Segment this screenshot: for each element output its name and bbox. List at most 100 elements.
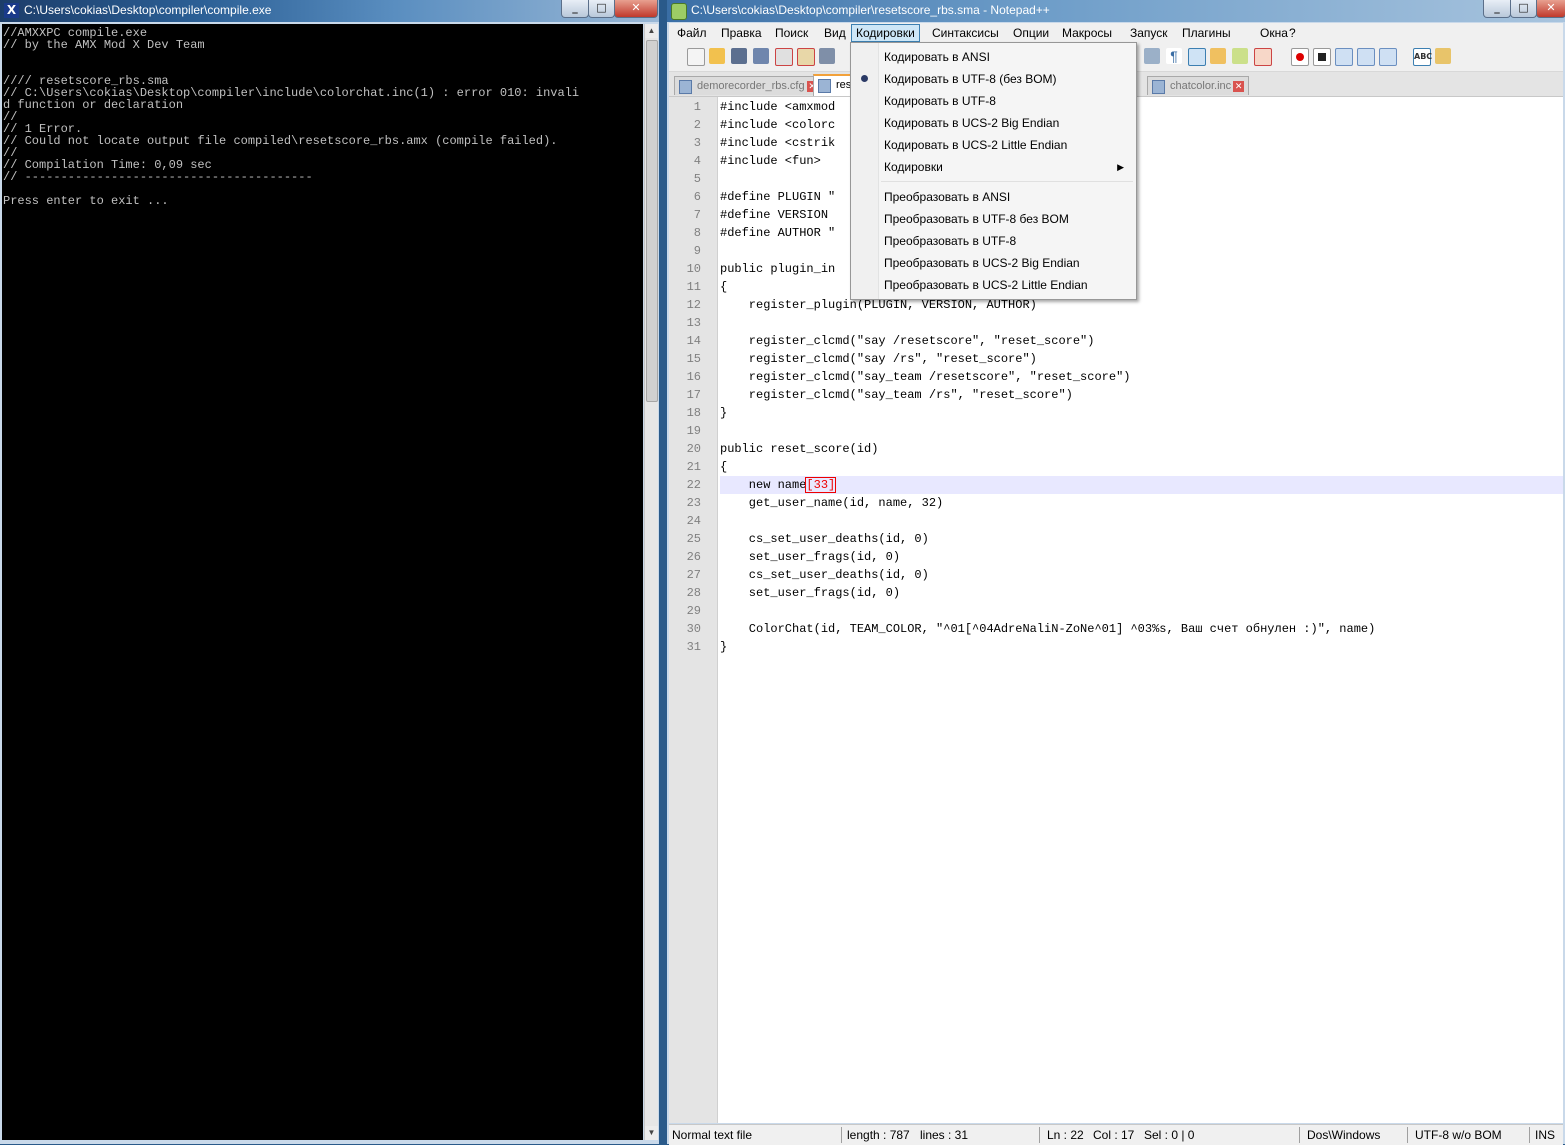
close-button[interactable]: ✕ <box>1536 0 1565 18</box>
code-line[interactable]: { <box>720 278 1563 296</box>
code-line[interactable]: } <box>720 404 1563 422</box>
line-number: 19 <box>686 424 701 438</box>
code-line[interactable] <box>720 242 1563 260</box>
menu-separator <box>881 181 1133 182</box>
close-tab-icon[interactable]: ✕ <box>1233 80 1245 92</box>
stop-macro-icon[interactable] <box>1313 48 1331 66</box>
console-scrollbar[interactable]: ▲ ▼ <box>644 24 658 1140</box>
user-lang-icon[interactable] <box>1210 48 1226 64</box>
console-body[interactable]: //AMXXPC compile.exe // by the AMX Mod X… <box>2 24 643 1140</box>
minimize-button[interactable]: _ <box>1483 0 1511 18</box>
close-all-icon[interactable] <box>797 48 815 66</box>
menu-view[interactable]: Вид <box>820 25 850 41</box>
wrap-icon[interactable] <box>1144 48 1160 64</box>
code-line[interactable]: set_user_frags(id, 0) <box>720 548 1563 566</box>
code-line[interactable]: register_clcmd("say /resetscore", "reset… <box>720 332 1563 350</box>
tab-resetscore[interactable]: rese <box>813 74 853 96</box>
code-line[interactable]: ColorChat(id, TEAM_COLOR, "^01[^04AdreNa… <box>720 620 1563 638</box>
line-number: 13 <box>686 316 701 330</box>
scroll-up-icon[interactable]: ▲ <box>645 24 658 38</box>
encoding-menu-item[interactable]: Кодировать в ANSI <box>853 46 1134 68</box>
menu-item-label: Преобразовать в ANSI <box>884 190 1011 204</box>
menu-edit[interactable]: Правка <box>717 25 766 41</box>
maximize-button[interactable]: □ <box>1510 0 1537 18</box>
code-line[interactable] <box>720 512 1563 530</box>
new-file-icon[interactable] <box>687 48 705 66</box>
menu-search[interactable]: Поиск <box>771 25 812 41</box>
plugin-icon[interactable] <box>1435 48 1451 64</box>
menu-encoding[interactable]: Кодировки <box>851 24 920 42</box>
encoding-menu-item[interactable]: Кодировать в UCS-2 Little Endian <box>853 134 1134 156</box>
print-icon[interactable] <box>819 48 835 64</box>
play-macro-icon[interactable] <box>1335 48 1353 66</box>
code-line[interactable]: register_clcmd("say_team /rs", "reset_sc… <box>720 386 1563 404</box>
code-line[interactable]: #define AUTHOR " <box>720 224 1563 242</box>
menu-macros[interactable]: Макросы <box>1058 25 1116 41</box>
encoding-menu-item[interactable]: Кодировать в UTF-8 (без BOM) <box>853 68 1134 90</box>
menu-run[interactable]: Запуск <box>1126 25 1172 41</box>
encoding-menu-item[interactable]: Преобразовать в UCS-2 Big Endian <box>853 252 1134 274</box>
close-button[interactable]: ✕ <box>614 0 658 18</box>
code-line[interactable]: set_user_frags(id, 0) <box>720 584 1563 602</box>
line-number: 27 <box>686 568 701 582</box>
code-line[interactable]: #include <colorc <box>720 116 1563 134</box>
console-titlebar[interactable]: X C:\Users\cokias\Desktop\compiler\compi… <box>0 0 659 22</box>
maximize-button[interactable]: □ <box>588 0 615 18</box>
record-macro-icon[interactable] <box>1291 48 1309 66</box>
console-output: //AMXXPC compile.exe // by the AMX Mod X… <box>3 26 580 208</box>
line-number: 16 <box>686 370 701 384</box>
line-number: 5 <box>693 172 701 186</box>
encoding-menu-item[interactable]: Кодировки ▶ <box>853 156 1134 178</box>
code-line[interactable]: get_user_name(id, name, 32) <box>720 494 1563 512</box>
code-line[interactable] <box>720 422 1563 440</box>
encoding-menu-item[interactable]: Преобразовать в UCS-2 Little Endian <box>853 274 1134 296</box>
code-line[interactable]: { <box>720 458 1563 476</box>
encoding-menu-item[interactable]: Кодировать в UCS-2 Big Endian <box>853 112 1134 134</box>
function-list-icon[interactable] <box>1254 48 1272 66</box>
code-line[interactable]: #define VERSION <box>720 206 1563 224</box>
doc-map-icon[interactable] <box>1232 48 1248 64</box>
code-line[interactable]: #include <cstrik <box>720 134 1563 152</box>
encoding-menu-item[interactable]: Преобразовать в UTF-8 без BOM <box>853 208 1134 230</box>
spellcheck-icon[interactable]: ABC <box>1413 48 1432 66</box>
code-line[interactable] <box>720 170 1563 188</box>
encoding-menu-item[interactable]: Преобразовать в ANSI <box>853 186 1134 208</box>
code-line[interactable]: register_clcmd("say_team /resetscore", "… <box>720 368 1563 386</box>
encoding-menu-item[interactable]: Преобразовать в UTF-8 <box>853 230 1134 252</box>
encoding-menu-item[interactable]: Кодировать в UTF-8 <box>853 90 1134 112</box>
code-line[interactable]: public reset_score(id) <box>720 440 1563 458</box>
radio-bullet-icon <box>861 75 868 82</box>
code-line[interactable]: cs_set_user_deaths(id, 0) <box>720 530 1563 548</box>
scroll-down-icon[interactable]: ▼ <box>645 1126 658 1140</box>
npp-titlebar[interactable]: C:\Users\cokias\Desktop\compiler\resetsc… <box>667 0 1565 22</box>
save-icon[interactable] <box>731 48 747 64</box>
open-file-icon[interactable] <box>709 48 725 64</box>
code-line[interactable]: #define PLUGIN " <box>720 188 1563 206</box>
code-line[interactable] <box>720 314 1563 332</box>
tab-chatcolor[interactable]: chatcolor.inc ✕ <box>1147 76 1250 95</box>
indent-guide-icon[interactable] <box>1188 48 1206 66</box>
show-all-chars-icon[interactable]: ¶ <box>1166 48 1182 64</box>
run-macro-multiple-icon[interactable] <box>1357 48 1375 66</box>
menu-syntax[interactable]: Синтаксисы <box>928 25 1003 41</box>
code-line[interactable]: public plugin_in <box>720 260 1563 278</box>
code-line[interactable]: } <box>720 638 1563 656</box>
code-line[interactable] <box>720 602 1563 620</box>
close-file-icon[interactable] <box>775 48 793 66</box>
code-line[interactable]: register_clcmd("say /rs", "reset_score") <box>720 350 1563 368</box>
code-line[interactable]: cs_set_user_deaths(id, 0) <box>720 566 1563 584</box>
minimize-button[interactable]: _ <box>561 0 589 18</box>
menu-options[interactable]: Опции <box>1009 25 1053 41</box>
code-line[interactable]: register_plugin(PLUGIN, VERSION, AUTHOR) <box>720 296 1563 314</box>
menu-file[interactable]: Файл <box>673 25 711 41</box>
code-line[interactable]: new name[33] <box>720 476 1563 494</box>
save-macro-icon[interactable] <box>1379 48 1397 66</box>
tab-demorecorder[interactable]: demorecorder_rbs.cfg✕ <box>674 76 823 95</box>
scrollbar-thumb[interactable] <box>646 40 658 402</box>
line-number: 1 <box>693 100 701 114</box>
save-all-icon[interactable] <box>753 48 769 64</box>
code-line[interactable]: #include <amxmod <box>720 98 1563 116</box>
code-line[interactable]: #include <fun> <box>720 152 1563 170</box>
menu-plugins[interactable]: Плагины <box>1178 25 1235 41</box>
menu-help[interactable]: ? <box>1285 25 1300 41</box>
